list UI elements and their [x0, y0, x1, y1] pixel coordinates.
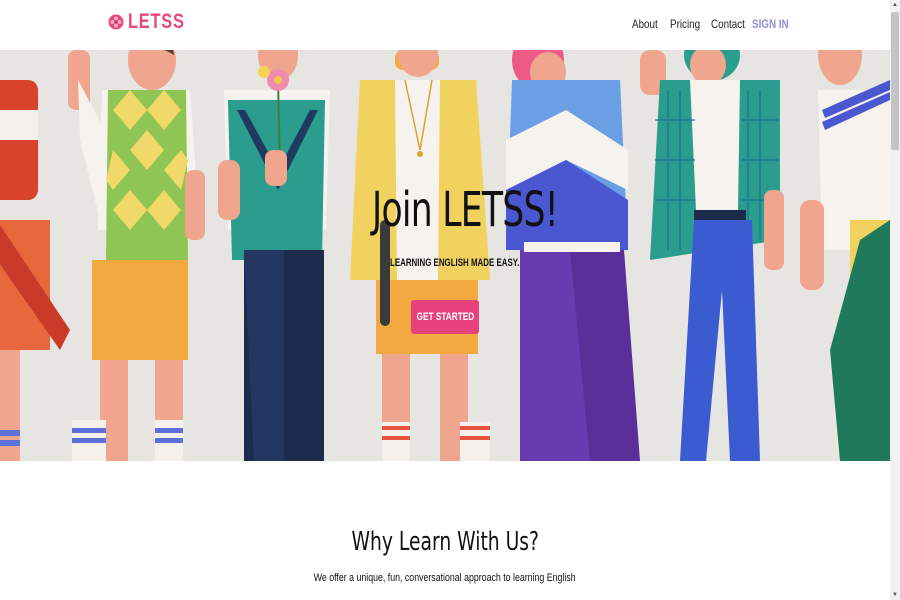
page: LETSS About Pricing Contact SIGN IN Join…: [0, 0, 890, 600]
hero-section: Join LETSS! LEARNING ENGLISH MADE EASY. …: [0, 50, 890, 461]
nav-about[interactable]: About: [632, 17, 658, 31]
person-4: [350, 50, 490, 461]
logo-text: LETSS: [128, 10, 185, 33]
person-5: [506, 50, 640, 461]
person-6: [640, 50, 784, 461]
hero-title: Join LETSS!: [372, 182, 559, 238]
nav-pricing[interactable]: Pricing: [670, 17, 700, 31]
scroll-up-arrow-icon[interactable]: ▲: [890, 0, 900, 10]
why-section-subtitle: We offer a unique, fun, conversational a…: [0, 572, 890, 584]
scroll-down-arrow-icon[interactable]: ▼: [890, 590, 900, 600]
hero-subtitle: LEARNING ENGLISH MADE EASY.: [390, 257, 520, 269]
person-2: [68, 50, 205, 461]
person-7: [800, 50, 890, 461]
why-title-text: Why Learn With Us?: [351, 527, 539, 557]
get-started-button[interactable]: GET STARTED: [411, 300, 479, 334]
navbar: LETSS About Pricing Contact SIGN IN: [0, 0, 890, 50]
nav-contact[interactable]: Contact: [711, 17, 745, 31]
vertical-scrollbar[interactable]: ▲ ▼: [890, 0, 900, 600]
hero-illustration: [0, 50, 890, 461]
get-started-label: GET STARTED: [416, 311, 474, 323]
nav-sign-in[interactable]: SIGN IN: [752, 17, 789, 31]
why-subtitle-text: We offer a unique, fun, conversational a…: [314, 572, 576, 584]
scroll-thumb[interactable]: [891, 12, 899, 150]
logo[interactable]: LETSS: [108, 10, 201, 34]
person-1: [0, 80, 70, 461]
why-section-title: Why Learn With Us?: [0, 527, 890, 557]
person-3: [218, 50, 330, 461]
flower-icon: [108, 14, 124, 30]
